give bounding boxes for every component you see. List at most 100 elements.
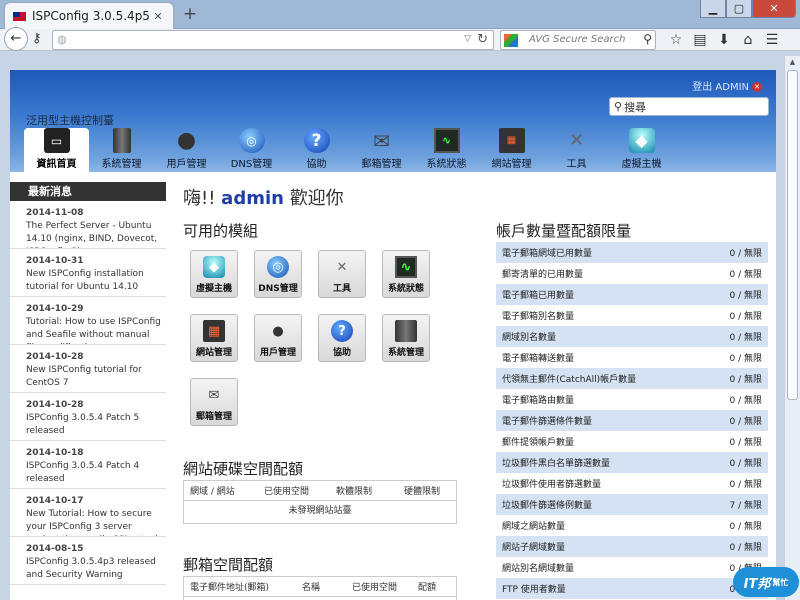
reading-list-icon[interactable]: ▤: [688, 30, 712, 50]
limit-label: 郵寄清單的已用數量: [502, 270, 584, 280]
module-label: 網站管理: [195, 348, 232, 358]
web-quota-empty: 未發現網站站臺: [288, 506, 352, 516]
module-button-7[interactable]: 系統管理: [382, 314, 430, 362]
limit-label: 網站別名網域數量: [502, 564, 575, 574]
close-window-icon[interactable]: ✕: [752, 0, 796, 18]
reload-icon[interactable]: ↻: [477, 32, 488, 47]
close-tab-icon[interactable]: ✕: [151, 10, 165, 23]
news-link[interactable]: Tutorial: How to use ISPConfig and Seafi…: [26, 316, 162, 344]
new-tab-button[interactable]: +: [180, 3, 200, 25]
ispconfig-page: 登出 ADMIN ✕ ⚲ 搜尋 泛用型主機控制臺 ▭ 資訊首頁 系統管理 ● 用戶管理 ◎ DN…: [10, 70, 776, 600]
limit-row: 網站別名網域數量0 / 無限: [496, 557, 768, 578]
browser-search-bar[interactable]: AVG Secure Search ⚲: [500, 30, 656, 50]
nav-item-label: 郵箱管理: [361, 159, 402, 170]
nav-item-9[interactable]: ◆ 虛擬主機: [609, 128, 674, 172]
back-button[interactable]: ←: [4, 27, 28, 51]
nav-item-1[interactable]: 系統管理: [89, 128, 154, 172]
nav-item-7[interactable]: ▦ 網站管理: [479, 128, 544, 172]
nav-item-3[interactable]: ◎ DNS管理: [219, 128, 284, 172]
limit-row: 郵件提領帳戶數量 0 / 無限: [496, 431, 768, 452]
watermark-main: IT邦: [743, 576, 771, 592]
tools-icon: ✕: [336, 259, 348, 275]
menu-icon[interactable]: ☰: [760, 30, 784, 50]
news-link[interactable]: New ISPConfig tutorial for CentOS 7: [26, 364, 162, 390]
scroll-up-icon[interactable]: ▲: [787, 58, 798, 69]
maximize-icon[interactable]: ▢: [726, 0, 752, 18]
nav-item-8[interactable]: ✕ 工具: [544, 128, 609, 172]
vm-icon: ◆: [628, 128, 655, 153]
module-button-1[interactable]: ◎ DNS管理: [254, 250, 302, 298]
web-quota-table: 網域 / 網站 已使用空間 軟體限制 硬體限制 未發現網站站臺: [183, 480, 457, 524]
limit-row: 電子郵箱已用數量 0 / 無限: [496, 284, 768, 305]
vm-icon: ◆: [203, 256, 225, 278]
nav-item-label: 工具: [566, 159, 587, 170]
window-controls: ▁ ▢ ✕: [700, 0, 796, 18]
module-button-5[interactable]: ● 用戶管理: [254, 314, 302, 362]
header-search-placeholder: 搜尋: [624, 100, 647, 114]
news-link[interactable]: ISPConfig 3.0.5.4 Patch 5 released: [26, 412, 162, 438]
news-item[interactable]: 2014-10-31 New ISPConfig installation tut…: [10, 249, 166, 297]
nav-item-label: 資訊首頁: [36, 159, 77, 170]
news-item[interactable]: 2014-10-29 Tutorial: How to use ISPConfig…: [10, 297, 166, 345]
home-icon[interactable]: ⌂: [736, 30, 760, 50]
nav-item-0[interactable]: ▭ 資訊首頁: [24, 128, 89, 172]
limit-value: 7 / 無限: [729, 501, 762, 511]
page-scrollbar[interactable]: ▲ ▼: [784, 56, 800, 600]
news-link[interactable]: The Perfect Server - Ubuntu 14.10 (nginx…: [26, 220, 162, 248]
nav-item-label: 系統管理: [101, 159, 142, 170]
news-item[interactable]: 2014-11-08 The Perfect Server - Ubuntu 14…: [10, 201, 166, 249]
module-button-4[interactable]: ▦ 網站管理: [190, 314, 238, 362]
dns-globe-icon: ◎: [238, 128, 265, 153]
nav-item-label: 協助: [306, 159, 327, 170]
news-link[interactable]: ISPConfig 3.0.5.4p3 released and Securit…: [26, 556, 162, 582]
news-date: 2014-08-15: [26, 544, 84, 554]
nav-item-5[interactable]: ✉ 郵箱管理: [349, 128, 414, 172]
limit-row: 垃圾郵件使用者篩選數量 0 / 無限: [496, 473, 768, 494]
module-label: 郵箱管理: [195, 412, 232, 422]
globe-icon: ◍: [57, 33, 67, 46]
limit-value: 0 / 無限: [729, 438, 762, 448]
news-item[interactable]: 2014-10-28 ISPConfig 3.0.5.4 Patch 5 rele…: [10, 393, 166, 441]
news-item[interactable]: 2014-10-17 New Tutorial: How to secure yo…: [10, 489, 166, 537]
limit-label: FTP 使用者數量: [502, 585, 566, 595]
scrollbar-thumb[interactable]: [787, 70, 798, 400]
module-button-2[interactable]: ✕ 工具: [318, 250, 366, 298]
nav-item-label: 系統狀態: [426, 159, 467, 170]
news-link[interactable]: ISPConfig 3.0.5.4 Patch 4 released: [26, 460, 162, 486]
module-button-3[interactable]: ∿ 系統狀態: [382, 250, 430, 298]
url-bar[interactable]: ◍ ▽ ↻: [52, 30, 494, 50]
logout-label: 登出 ADMIN: [692, 82, 749, 93]
nav-item-4[interactable]: ? 協助: [284, 128, 349, 172]
news-date: 2014-10-17: [26, 496, 84, 506]
welcome-heading: 嗨!! admin 歡迎你: [183, 184, 344, 210]
nav-item-2[interactable]: ● 用戶管理: [154, 128, 219, 172]
module-button-8[interactable]: ✉ 郵箱管理: [190, 378, 238, 426]
news-link[interactable]: New Tutorial: How to secure your ISPConf…: [26, 508, 162, 536]
dropdown-arrow-icon[interactable]: ▽: [464, 34, 471, 44]
limit-row: 網域之網站數量 0 / 無限: [496, 515, 768, 536]
news-item[interactable]: 2014-10-28 New ISPConfig tutorial for Cen…: [10, 345, 166, 393]
minimize-icon[interactable]: ▁: [700, 0, 726, 18]
limit-label: 電子郵箱網域已用數量: [502, 249, 593, 259]
module-label: DNS管理: [258, 284, 298, 294]
news-item[interactable]: 2014-08-15 ISPConfig 3.0.5.4p3 released a…: [10, 537, 166, 585]
key-icon[interactable]: ⚷: [32, 31, 42, 46]
bookmark-star-icon[interactable]: ☆: [664, 30, 688, 50]
news-item[interactable]: 2014-10-18 ISPConfig 3.0.5.4 Patch 4 rele…: [10, 441, 166, 489]
column-header: 電子郵件地址(郵箱): [190, 583, 270, 593]
column-header: 配額: [418, 583, 437, 593]
search-icon[interactable]: ⚲: [643, 32, 652, 46]
browser-tab[interactable]: ISPConfig 3.0.5.4p5 ✕: [4, 2, 174, 29]
browser-tab-bar: ISPConfig 3.0.5.4p5 ✕ + ▁ ▢ ✕: [0, 0, 800, 29]
tools-icon: ✕: [568, 130, 585, 151]
header-search-input[interactable]: ⚲ 搜尋: [609, 97, 769, 116]
news-link[interactable]: New ISPConfig installation tutorial for …: [26, 268, 162, 294]
module-button-0[interactable]: ◆ 虛擬主機: [190, 250, 238, 298]
server-icon: [112, 128, 131, 153]
logout-link[interactable]: 登出 ADMIN ✕: [692, 78, 762, 93]
limit-value: 0 / 無限: [729, 249, 762, 259]
limit-label: 網站子網域數量: [502, 543, 566, 553]
module-button-6[interactable]: ? 協助: [318, 314, 366, 362]
nav-item-6[interactable]: ∿ 系統狀態: [414, 128, 479, 172]
download-icon[interactable]: ⬇: [712, 30, 736, 50]
